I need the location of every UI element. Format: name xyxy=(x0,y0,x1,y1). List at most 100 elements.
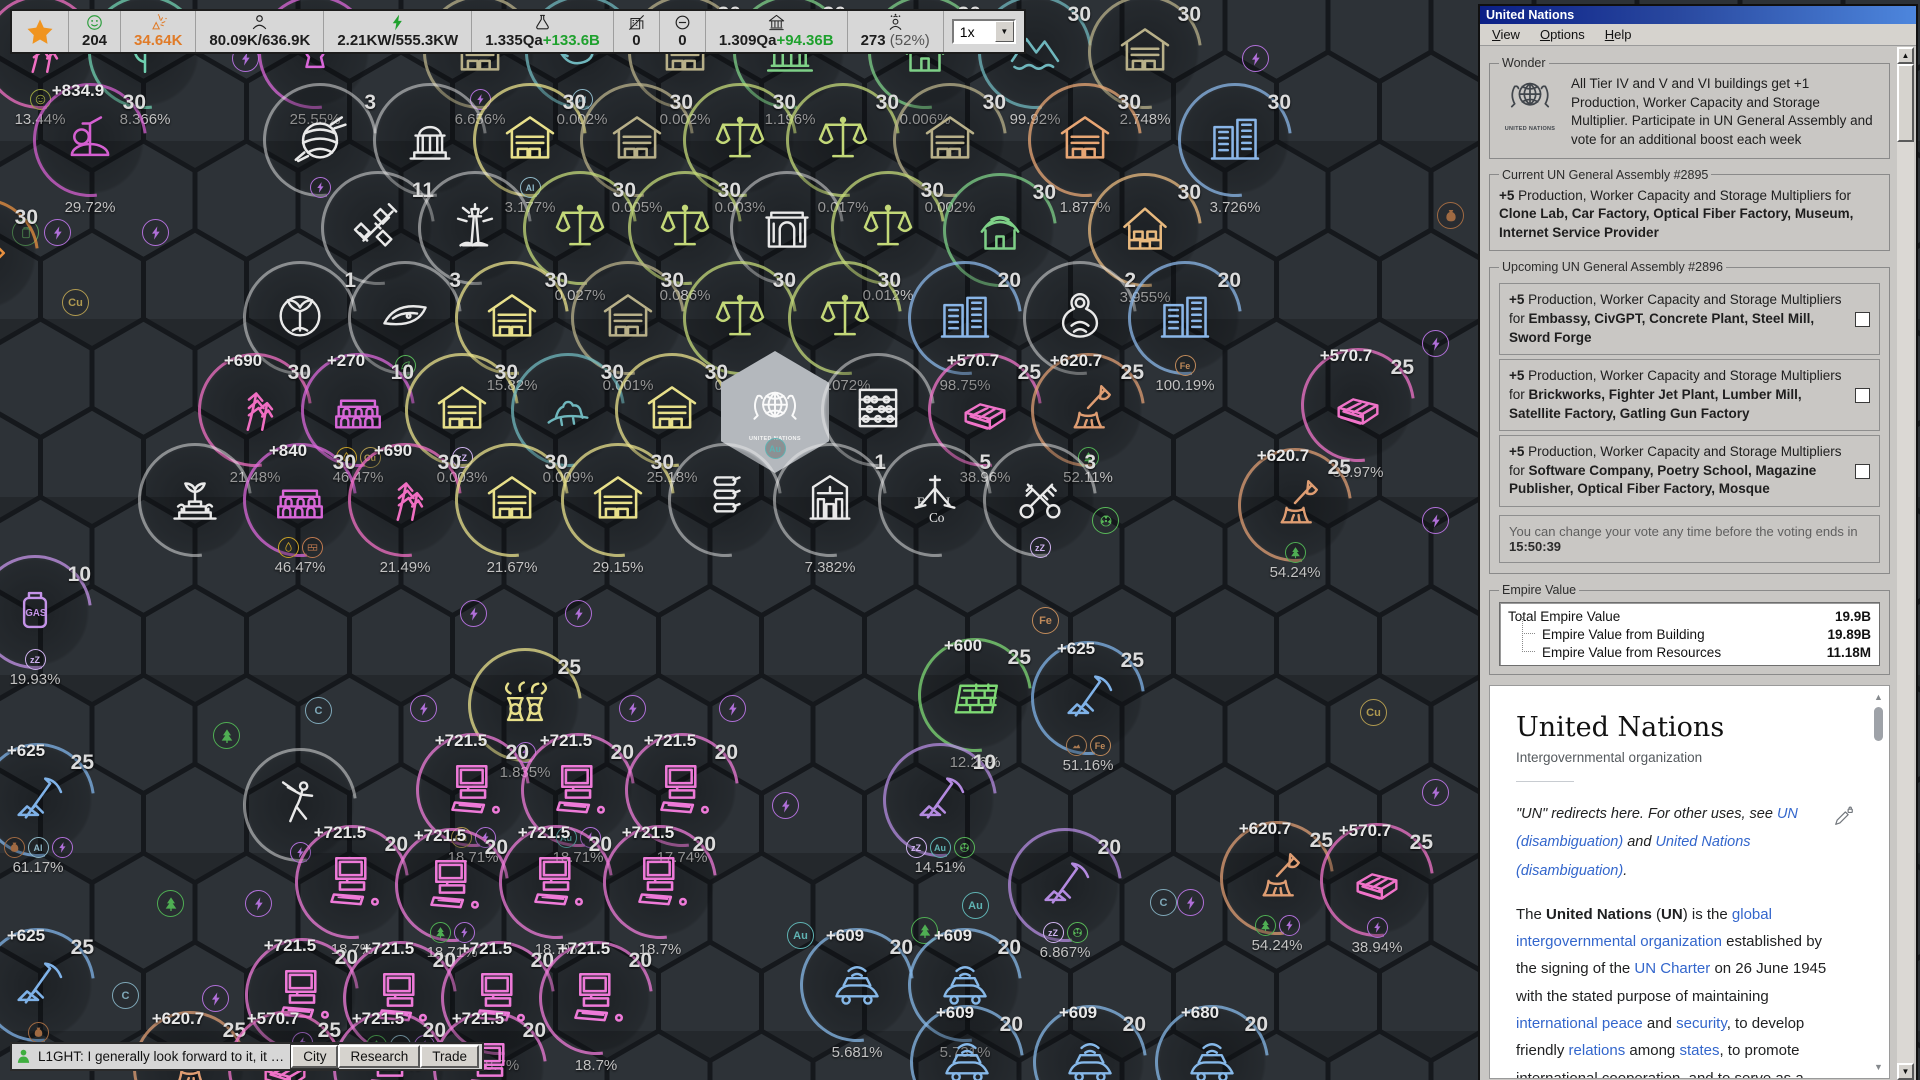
bolt-badge[interactable] xyxy=(772,792,799,819)
nav-button-research[interactable]: Research xyxy=(338,1045,420,1068)
map-tile-computer[interactable]: +721.52018.7% xyxy=(498,824,614,940)
map-tile-wheat[interactable]: +6903021.49% xyxy=(347,442,463,558)
map-tile-pickaxe[interactable]: 10zZAu14.51% xyxy=(882,742,998,858)
bolt-badge[interactable] xyxy=(1422,779,1449,806)
map-tile-car[interactable]: +60920 xyxy=(1032,1004,1148,1080)
empire-value-row[interactable]: Empire Value from Resources11.18M xyxy=(1506,643,1873,661)
scroll-down-icon[interactable]: ▼ xyxy=(1872,1061,1885,1073)
power-indicator[interactable]: 2.21KW/555.3KW xyxy=(324,11,472,52)
chevron-down-icon[interactable]: ▼ xyxy=(995,21,1014,42)
paragraph-link[interactable]: relations xyxy=(1569,1042,1626,1059)
map-tile-keys[interactable]: 3zZ xyxy=(982,442,1098,558)
map-tile-gastank[interactable]: 10zZ19.93% xyxy=(0,554,93,670)
bolt-badge[interactable] xyxy=(142,219,169,246)
map-tile-lumber[interactable]: +570.72538.94% xyxy=(1319,822,1435,938)
disabled-buildings-icon xyxy=(627,13,646,32)
sack-badge[interactable] xyxy=(1437,202,1464,229)
panel-scroll-up[interactable]: ▲ xyxy=(1897,47,1914,64)
map-tile-warehouse[interactable]: 3029.15% xyxy=(560,442,676,558)
bolt-badge[interactable] xyxy=(1422,330,1449,357)
bolt-badge[interactable] xyxy=(565,600,592,627)
banned-indicator[interactable]: 0 xyxy=(660,11,706,52)
population-indicator[interactable]: 80.09K/636.9K xyxy=(196,11,324,52)
money-indicator[interactable]: 1.309Qa+94.36B xyxy=(706,11,848,52)
vote-checkbox-1[interactable] xyxy=(1855,312,1870,327)
bolt-badge[interactable] xyxy=(202,985,229,1012)
bolt-badge[interactable] xyxy=(1177,889,1204,916)
map-tile-crestlions[interactable] xyxy=(667,442,783,558)
panel-scrollbar[interactable]: ▲ ▼ xyxy=(1897,47,1914,1080)
tree-badge[interactable] xyxy=(213,722,240,749)
Cu-badge[interactable]: Cu xyxy=(1360,699,1387,726)
tree-badge[interactable] xyxy=(157,890,184,917)
map-tile-pickaxe[interactable]: +62525Al61.17% xyxy=(0,742,96,858)
bolt-badge[interactable] xyxy=(245,890,272,917)
bolt-badge[interactable] xyxy=(1242,45,1269,72)
map-tile-brickwall[interactable]: +6002512.26% xyxy=(917,637,1033,753)
map-tile-computer[interactable]: +721.52018.71% xyxy=(394,827,510,943)
map-tile-stump[interactable]: +620.72554.24% xyxy=(1237,447,1353,563)
Fe-badge[interactable]: Fe xyxy=(1032,607,1059,634)
vote-checkbox-2[interactable] xyxy=(1855,388,1870,403)
menu-view[interactable]: View xyxy=(1492,27,1520,42)
empire-value-row[interactable]: Total Empire Value19.9B xyxy=(1506,607,1873,625)
empire-value-row[interactable]: Empire Value from Building19.89B xyxy=(1506,625,1873,643)
favorites-indicator[interactable] xyxy=(12,11,69,52)
map-tile-car[interactable]: +609205.681% xyxy=(799,927,915,1043)
map-tile-gardens[interactable] xyxy=(137,442,253,558)
map-tile-car[interactable]: +60920 xyxy=(909,1004,1025,1080)
map-tile-car[interactable]: +68020 xyxy=(1154,1004,1270,1080)
map-tile-pickaxe[interactable]: +6252557.75% xyxy=(0,927,96,1043)
vote-option-2[interactable]: +5 Production, Worker Capacity and Stora… xyxy=(1499,359,1880,431)
chat-message[interactable]: L1GHT: I generally look forward to it, i… xyxy=(38,1049,285,1064)
Au-badge[interactable]: Au xyxy=(962,892,989,919)
paragraph-link[interactable]: UN Charter xyxy=(1634,960,1710,977)
workers-indicator[interactable]: 273 (52%) xyxy=(848,11,944,52)
map-tile-computer[interactable]: +721.52018.7% xyxy=(602,824,718,940)
map-tile-stump[interactable]: +620.72554.24% xyxy=(1219,820,1335,936)
menu-help[interactable]: Help xyxy=(1605,27,1632,42)
map-tile-warehouse[interactable]: 3021.67% xyxy=(454,442,570,558)
science-indicator[interactable]: 1.335Qa+133.6B xyxy=(472,11,614,52)
edit-protected-icon[interactable] xyxy=(1833,806,1855,828)
panel-scroll-thumb[interactable] xyxy=(1897,64,1914,142)
map-tile-petra[interactable]: 17.382% xyxy=(772,442,888,558)
bolt-badge[interactable] xyxy=(44,219,71,246)
bolt-badge[interactable] xyxy=(460,600,487,627)
article-scrollbar[interactable]: ▲ ▼ xyxy=(1872,691,1885,1073)
map-tile-pump[interactable]: +834.93029.72% xyxy=(32,82,148,198)
paragraph-link[interactable]: international peace xyxy=(1516,1015,1643,1032)
bolt-badge[interactable] xyxy=(719,695,746,722)
scroll-thumb[interactable] xyxy=(1874,707,1883,741)
bolt-badge[interactable] xyxy=(1422,507,1449,534)
C-badge[interactable]: C xyxy=(112,982,139,1009)
vote-option-3[interactable]: +5 Production, Worker Capacity and Stora… xyxy=(1499,435,1880,507)
map-tile-pickaxe[interactable]: 20zZ6.867% xyxy=(1007,827,1123,943)
workers-value: 273 (52%) xyxy=(861,32,930,49)
nav-button-trade[interactable]: Trade xyxy=(420,1045,479,1068)
bolt-badge[interactable] xyxy=(619,695,646,722)
map-tile-eic[interactable]: 5 xyxy=(877,442,993,558)
bolt-badge[interactable] xyxy=(410,695,437,722)
C-badge[interactable]: C xyxy=(305,697,332,724)
disabled-buildings-indicator[interactable]: 0 xyxy=(614,11,660,52)
vote-option-1[interactable]: +5 Production, Worker Capacity and Stora… xyxy=(1499,283,1880,355)
panel-scroll-down[interactable]: ▼ xyxy=(1897,1063,1914,1080)
Cu-badge[interactable]: Cu xyxy=(62,289,89,316)
map-tile-computer[interactable]: +721.52018.7% xyxy=(294,824,410,940)
speed-select[interactable]: 1x▼ xyxy=(952,19,1016,44)
paragraph-link[interactable]: states xyxy=(1679,1042,1719,1059)
culture-indicator[interactable]: 34.64K xyxy=(121,11,196,52)
menu-options[interactable]: Options xyxy=(1540,27,1585,42)
scroll-up-icon[interactable]: ▲ xyxy=(1872,691,1885,703)
map-tile-computer[interactable]: +721.52018.7% xyxy=(538,940,654,1056)
nav-button-city[interactable]: City xyxy=(291,1045,338,1068)
happiness-indicator[interactable]: 204 xyxy=(69,11,121,52)
paragraph-link[interactable]: security xyxy=(1676,1015,1727,1032)
C-badge[interactable]: C xyxy=(1150,889,1177,916)
vote-checkbox-3[interactable] xyxy=(1855,464,1870,479)
computer-icon xyxy=(527,851,585,909)
map-tile-aqueduct[interactable]: +8403046.47% xyxy=(242,442,358,558)
scales-icon xyxy=(711,287,769,345)
map-tile-pickaxe[interactable]: +62525Fe51.16% xyxy=(1030,640,1146,756)
